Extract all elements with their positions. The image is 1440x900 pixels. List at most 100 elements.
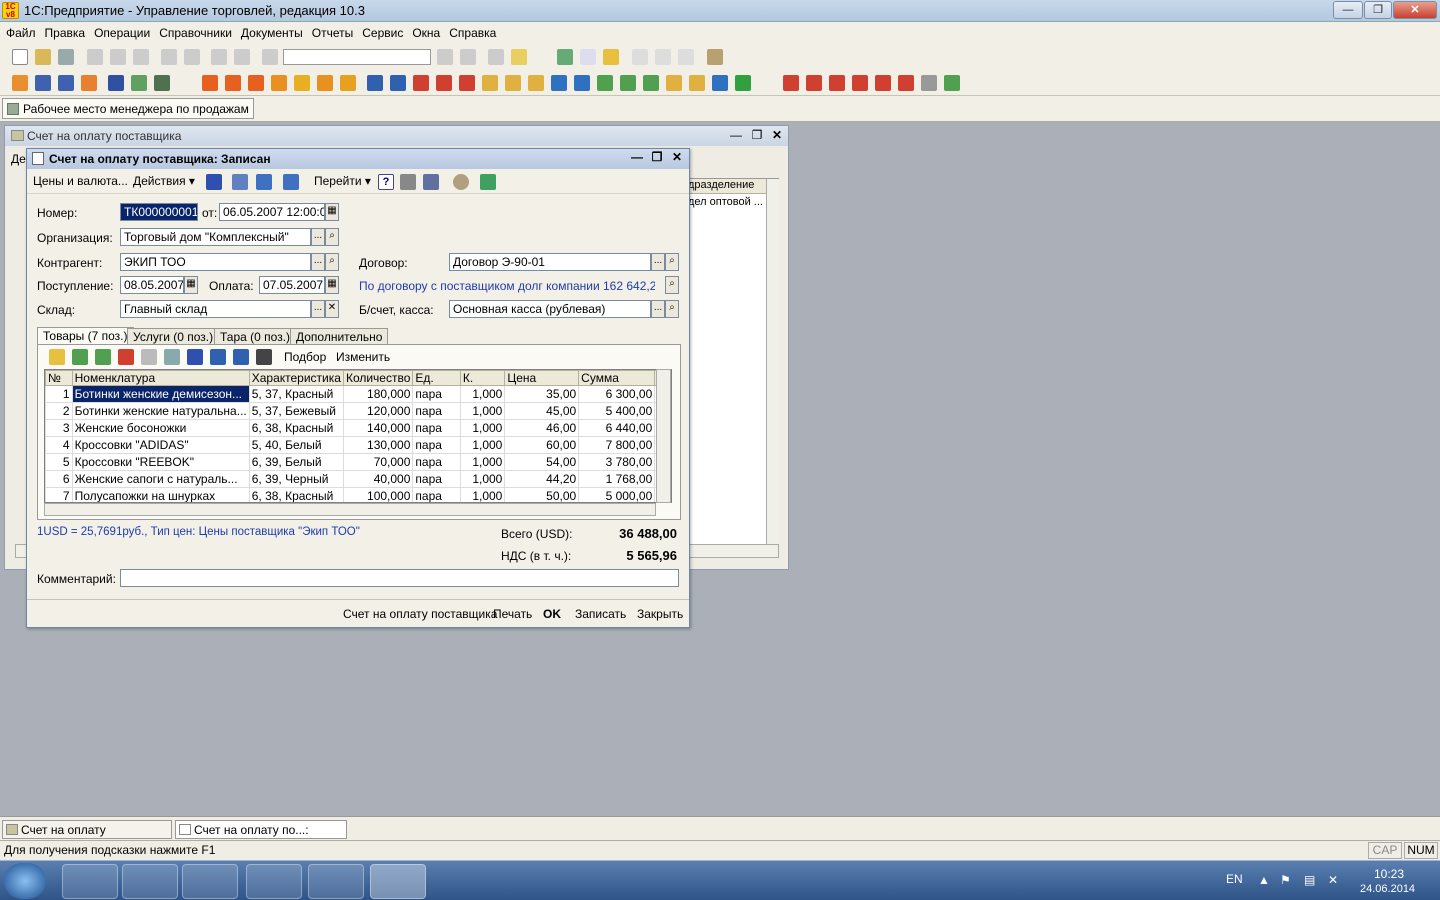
table-row[interactable]: 3 Женские босоножки 6, 38, Красный 140,0… [45, 419, 671, 437]
cell-unit[interactable]: пара [412, 402, 461, 420]
volume-icon[interactable]: ✕ [1328, 873, 1338, 887]
cash-open-icon[interactable]: ⌕ [665, 300, 679, 318]
table-row[interactable]: 1 Ботинки женские демисезон... 5, 37, Кр… [45, 385, 671, 403]
calc-icon[interactable] [580, 49, 596, 65]
save-button[interactable]: Записать [575, 607, 626, 621]
back-list-scrollbar[interactable] [766, 179, 779, 545]
table-row[interactable]: 2 Ботинки женские натуральна... 5, 37, Б… [45, 402, 671, 420]
movements-icon[interactable] [480, 174, 496, 190]
tab-goods[interactable]: Товары (7 поз.) [37, 327, 134, 345]
menu-documents[interactable]: Документы [238, 22, 306, 44]
date-field[interactable]: 06.05.2007 12:00:00 [219, 203, 325, 221]
search-combo-input[interactable] [283, 49, 431, 65]
cell-coef[interactable]: 1,000 [459, 453, 506, 471]
cell-item[interactable]: Кроссовки "ADIDAS" [71, 436, 250, 454]
doc-icon-29[interactable] [689, 75, 705, 91]
org-open-icon[interactable]: ⌕ [325, 228, 339, 246]
cell-unit[interactable]: пара [412, 487, 461, 502]
org-select-button[interactable]: ... [311, 228, 325, 246]
cell-coef[interactable]: 1,000 [459, 436, 506, 454]
doc-icon-21[interactable] [505, 75, 521, 91]
cell-unit[interactable]: пара [412, 385, 461, 403]
cell-unit[interactable]: пара [412, 453, 461, 471]
cell-characteristic[interactable]: 5, 37, Бежевый [248, 402, 344, 420]
tab-containers[interactable]: Тара (0 поз.) [214, 328, 297, 345]
menu-windows[interactable]: Окна [409, 22, 443, 44]
cash-field[interactable]: Основная касса (рублевая) [449, 300, 651, 318]
structure-icon[interactable] [256, 174, 272, 190]
delete-row-icon[interactable] [118, 349, 134, 365]
doc-icon-27[interactable] [643, 75, 659, 91]
memory-mplus-icon[interactable] [655, 49, 671, 65]
organization-field[interactable]: Торговый дом "Комплексный" [120, 228, 311, 246]
clock-date[interactable]: 24.06.2014 [1360, 883, 1415, 895]
clock-time[interactable]: 10:23 [1374, 867, 1404, 881]
undo-icon[interactable] [211, 49, 227, 65]
doc-icon-3[interactable] [58, 75, 74, 91]
cash-select-button[interactable]: ... [651, 300, 665, 318]
print-icon[interactable] [161, 49, 177, 65]
based-on-icon[interactable] [283, 174, 299, 190]
end-edit-icon[interactable] [141, 349, 157, 365]
cell-characteristic[interactable]: 5, 40, Белый [248, 436, 344, 454]
contract-open-icon[interactable]: ⌕ [665, 253, 679, 271]
doc-icon-38[interactable] [921, 75, 937, 91]
cell-quantity[interactable]: 100,000 [342, 487, 414, 502]
back-minimize-button[interactable]: — [729, 128, 743, 144]
cell-coef[interactable]: 1,000 [459, 470, 506, 488]
sales-manager-panel-tab[interactable]: Рабочее место менеджера по продажам [2, 98, 254, 119]
table-icon[interactable] [557, 49, 573, 65]
media-player-taskbar-icon[interactable] [182, 864, 238, 899]
close-button[interactable]: Закрыть [637, 607, 683, 621]
tree-view-icon[interactable] [423, 174, 439, 190]
cut-icon[interactable] [87, 49, 103, 65]
goods-table[interactable]: № Номенклатура Характеристика Количество… [44, 369, 672, 503]
cell-quantity[interactable]: 40,000 [342, 470, 414, 488]
table-row[interactable]: 7 Полусапожки на шнурках 6, 38, Красный … [45, 487, 671, 502]
contractor-field[interactable]: ЭКИП ТОО [120, 253, 311, 271]
explorer-taskbar-icon[interactable] [122, 864, 178, 899]
cell-characteristic[interactable]: 6, 38, Красный [248, 419, 344, 437]
warehouse-field[interactable]: Главный склад [120, 300, 311, 318]
cell-price[interactable]: 50,00 [504, 487, 580, 502]
doc-icon-17[interactable] [413, 75, 429, 91]
warehouse-clear-icon[interactable]: ✕ [325, 300, 339, 318]
copy-row-icon[interactable] [72, 349, 88, 365]
tools-icon[interactable] [707, 49, 723, 65]
goto-menu-button[interactable]: Перейти ▾ [314, 174, 371, 188]
doc-icon-34[interactable] [829, 75, 845, 91]
tab-additional[interactable]: Дополнительно [290, 328, 389, 345]
warehouse-select-button[interactable]: ... [311, 300, 325, 318]
cell-price[interactable]: 46,00 [504, 419, 580, 437]
back-restore-button[interactable]: ❐ [750, 128, 764, 144]
form-minimize-button[interactable]: — [630, 150, 644, 164]
cell-item[interactable]: Женские сапоги с натураль... [71, 470, 250, 488]
ie-taskbar-icon[interactable] [62, 864, 118, 899]
restore-button[interactable]: ❐ [1364, 1, 1392, 19]
back-cell-value[interactable]: дел оптовой ... [688, 196, 763, 208]
contractor-select-button[interactable]: ... [311, 253, 325, 271]
menu-edit[interactable]: Правка [42, 22, 89, 44]
chrome-taskbar-icon[interactable] [308, 864, 364, 899]
doc-icon-2[interactable] [35, 75, 51, 91]
table-hscrollbar[interactable] [44, 503, 656, 516]
col-header-quantity[interactable]: Количество [342, 370, 414, 386]
col-header-price[interactable]: Цена [504, 370, 580, 386]
cell-coef[interactable]: 1,000 [459, 385, 506, 403]
doc-icon-12[interactable] [294, 75, 310, 91]
doc-icon-31[interactable] [735, 75, 751, 91]
comment-field[interactable] [120, 569, 679, 587]
back-arrow-icon[interactable] [206, 174, 222, 190]
help-icon[interactable]: ? [378, 174, 394, 190]
col-header-unit[interactable]: Ед. [412, 370, 461, 386]
cell-sum[interactable]: 3 780,00 [578, 453, 656, 471]
doc-icon-19[interactable] [459, 75, 475, 91]
cell-item[interactable]: Полусапожки на шнурках [71, 487, 250, 502]
cell-item[interactable]: Ботинки женские демисезон... [71, 385, 250, 403]
doc-icon-25[interactable] [597, 75, 613, 91]
cell-quantity[interactable]: 140,000 [342, 419, 414, 437]
col-header-num[interactable]: № [45, 370, 73, 386]
doc-icon-18[interactable] [436, 75, 452, 91]
word-taskbar-icon[interactable] [246, 864, 302, 899]
doc-icon-7[interactable] [154, 75, 170, 91]
